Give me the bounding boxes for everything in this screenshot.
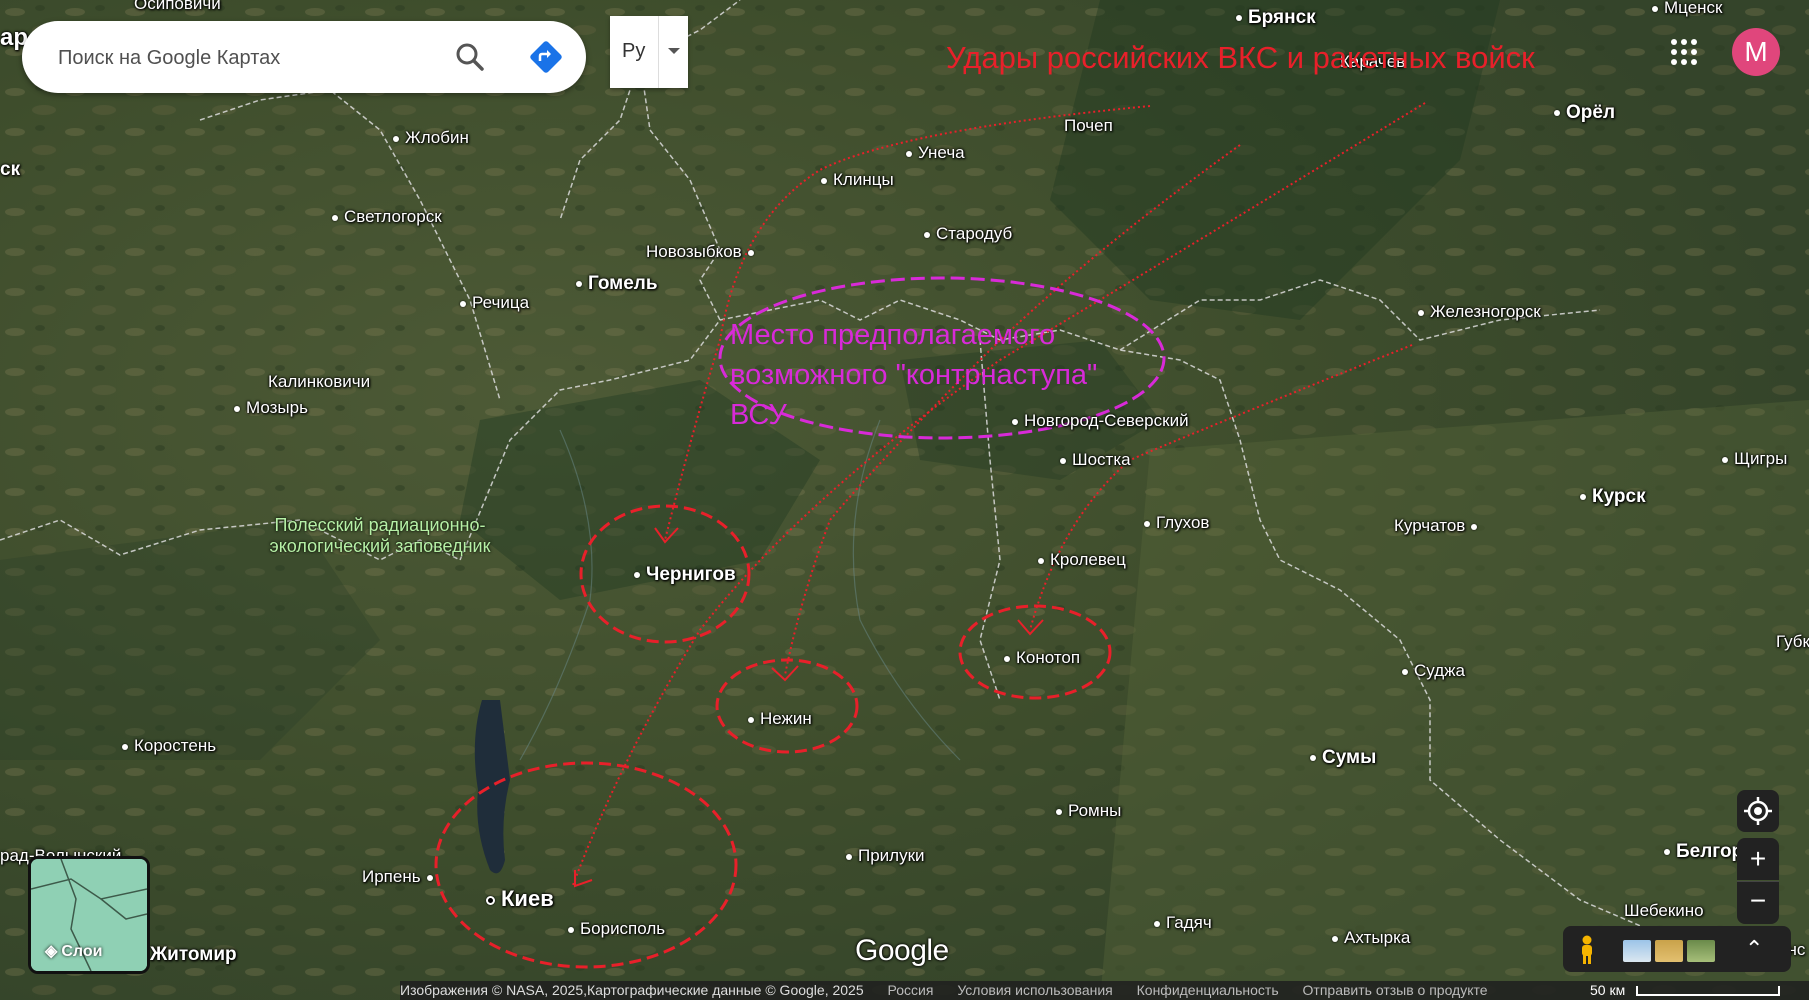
city-kiev[interactable]: Киев <box>486 886 554 912</box>
layers-button[interactable]: ◈ Слои <box>28 856 150 974</box>
city-shostka[interactable]: Шостка <box>1060 450 1131 470</box>
city-boryspil[interactable]: Борисполь <box>568 919 665 939</box>
city-sudzha[interactable]: Суджа <box>1402 661 1465 681</box>
city-romny[interactable]: Ромны <box>1056 801 1121 821</box>
feedback-link[interactable]: Отправить отзыв о продукте <box>1303 982 1488 998</box>
city-konotop[interactable]: Конотоп <box>1004 648 1080 668</box>
minus-icon: − <box>1749 885 1767 916</box>
city-sumy[interactable]: Сумы <box>1310 747 1376 769</box>
city-shchigry[interactable]: Щигры <box>1722 449 1787 469</box>
layers-icon: ◈ <box>45 943 58 960</box>
city-dot <box>1236 14 1242 21</box>
city-shebekino[interactable]: Шебекино <box>1624 901 1704 921</box>
city-gubkin[interactable]: Губк <box>1776 632 1809 652</box>
city-rechitsa[interactable]: Речица <box>460 293 529 313</box>
avatar[interactable]: M <box>1732 28 1780 76</box>
chevron-down-icon[interactable] <box>668 48 680 54</box>
city-mozyr[interactable]: Мозырь <box>234 398 308 418</box>
city-chernigov[interactable]: Чернигов <box>634 564 736 586</box>
polesie-reserve-label[interactable]: Полесский радиационно-экологический запо… <box>230 515 530 557</box>
apps-grid-icon[interactable] <box>1670 38 1698 66</box>
privacy-link[interactable]: Конфиденциальность <box>1137 982 1279 998</box>
city-krolevets[interactable]: Кролевец <box>1038 550 1126 570</box>
search-icon[interactable] <box>450 37 490 77</box>
city-akhtyrka[interactable]: Ахтырка <box>1332 928 1410 948</box>
city-kalinkovichi[interactable]: Калинковичи <box>268 372 370 392</box>
plus-icon: + <box>1749 843 1767 874</box>
city-orel[interactable]: Орёл <box>1554 102 1615 124</box>
scale-label[interactable]: 50 км <box>1590 981 1625 1000</box>
city-priluki[interactable]: Прилуки <box>846 846 925 866</box>
city-irpen[interactable]: Ирпень <box>362 867 433 887</box>
terms-link[interactable]: Условия использования <box>957 982 1112 998</box>
city-bryansk[interactable]: Брянск <box>1236 7 1316 29</box>
city-belgorod[interactable]: Белгор <box>1664 841 1743 863</box>
imagery-thumbnail-field[interactable] <box>1655 940 1683 962</box>
language-label: Ру <box>622 40 646 62</box>
city-gadyach[interactable]: Гадяч <box>1154 913 1212 933</box>
city-kurchatov[interactable]: Курчатов <box>1394 516 1478 536</box>
city-pochep[interactable]: Почеп <box>1064 116 1113 136</box>
city-mtsensk[interactable]: Мценск <box>1652 0 1723 18</box>
search-box[interactable] <box>22 21 586 93</box>
search-input[interactable] <box>56 39 440 77</box>
location-target-icon <box>1744 797 1772 825</box>
city-zheleznogorsk[interactable]: Железногорск <box>1418 302 1541 322</box>
city-zhitomir[interactable]: Житомир <box>138 944 237 966</box>
city-edge-left-2[interactable]: ск <box>0 159 20 181</box>
city-unecha[interactable]: Унеча <box>906 143 965 163</box>
city-klintsy[interactable]: Клинцы <box>821 170 894 190</box>
city-osipovichi[interactable]: Осиповичи <box>134 0 221 14</box>
imagery-thumbnail-sky[interactable] <box>1623 940 1651 962</box>
city-glukhov[interactable]: Глухов <box>1144 513 1209 533</box>
scale-bar <box>1636 986 1780 996</box>
city-svetlogorsk[interactable]: Светлогорск <box>332 207 442 227</box>
chevron-up-icon[interactable]: ⌃ <box>1745 936 1763 962</box>
city-korosten[interactable]: Коростень <box>122 736 216 756</box>
zoom-in-button[interactable]: + <box>1737 838 1779 880</box>
imagery-thumbnail-trees[interactable] <box>1687 940 1715 962</box>
google-logo: Google <box>855 934 949 967</box>
city-kursk[interactable]: Курск <box>1580 486 1646 508</box>
zoom-out-button[interactable]: − <box>1737 881 1779 924</box>
directions-icon[interactable] <box>526 37 566 77</box>
city-nezhin[interactable]: Нежин <box>748 709 812 729</box>
annotation-title: Удары российских ВКС и ракетных войск <box>946 40 1535 75</box>
annotation-region-label: Место предполагаемого возможного "контрн… <box>730 319 1098 431</box>
city-starodub[interactable]: Стародуб <box>924 224 1012 244</box>
layers-label: ◈ Слои <box>45 943 103 960</box>
my-location-button[interactable] <box>1737 790 1779 832</box>
language-button[interactable]: Ру <box>610 16 688 88</box>
city-zhlobin[interactable]: Жлобин <box>393 128 469 148</box>
city-novozybkov[interactable]: Новозыбков <box>646 242 754 262</box>
attribution-text: Изображения © NASA, 2025,Картографически… <box>400 982 864 998</box>
city-gomel[interactable]: Гомель <box>576 273 658 295</box>
country-link[interactable]: Россия <box>888 982 934 998</box>
street-view-bar: ⌃ <box>1563 926 1791 972</box>
pegman-icon[interactable] <box>1577 935 1597 965</box>
divider <box>658 16 659 88</box>
